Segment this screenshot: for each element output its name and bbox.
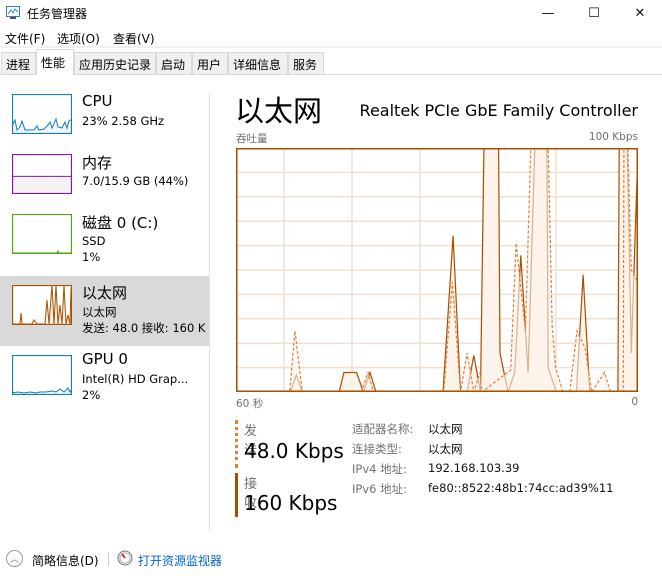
footer-divider [108, 552, 109, 566]
sidebar-item-detail: 以太网 [82, 305, 117, 319]
tab-app-history[interactable]: 应用历史记录 [74, 52, 156, 74]
sidebar-item-ethernet[interactable]: 以太网 以太网 发送: 48.0 接收: 160 K [0, 276, 210, 346]
tab-startup[interactable]: 启动 [156, 52, 192, 74]
tab-bar: 进程 性能 应用历史记录 启动 用户 详细信息 服务 [0, 46, 662, 75]
cpu-thumbnail-graph [12, 94, 72, 134]
sidebar-item-gpu[interactable]: GPU 0 Intel(R) HD Grap... 2% [0, 346, 210, 416]
sidebar-item-title: 以太网 [82, 284, 128, 302]
menu-file[interactable]: 文件(F) [5, 30, 45, 47]
x-left-label: 60 秒 [236, 398, 264, 410]
ipv4-key: IPv4 地址: [352, 462, 407, 476]
adapter-name-heading: Realtek PCIe GbE Family Controller [359, 101, 638, 120]
sidebar-item-title: 内存 [82, 154, 113, 172]
sidebar-item-throughput: 发送: 48.0 接收: 160 K [82, 321, 206, 335]
thumbnail-border [12, 355, 72, 395]
menu-bar: 文件(F) 选项(O) 查看(V) [0, 27, 662, 47]
ipv6-key: IPv6 地址: [352, 482, 407, 496]
receive-value: 160 Kbps [244, 491, 338, 515]
page-title: 以太网 [235, 94, 323, 128]
send-legend-swatch [235, 420, 238, 468]
sidebar-item-detail: 7.0/15.9 GB (44%) [82, 174, 189, 188]
sidebar-item-usage: 1% [82, 250, 101, 264]
open-resource-monitor-link[interactable]: 打开资源监视器 [138, 552, 222, 569]
tab-details[interactable]: 详细信息 [228, 52, 288, 74]
resource-monitor-icon [117, 550, 133, 566]
memory-usage-fill [12, 176, 72, 194]
title-bar: 任务管理器 — ☐ ✕ [0, 0, 662, 26]
sidebar-item-title: 磁盘 0 (C:) [82, 214, 159, 232]
sidebar-item-title: CPU [82, 92, 113, 110]
close-button[interactable]: ✕ [617, 0, 662, 26]
maximize-button[interactable]: ☐ [571, 0, 617, 26]
window-title: 任务管理器 [27, 7, 88, 21]
sidebar-item-title: GPU 0 [82, 350, 128, 368]
thumbnail-line [12, 249, 72, 254]
sidebar-item-disk[interactable]: 磁盘 0 (C:) SSD 1% [0, 210, 210, 280]
maximize-icon: ☐ [588, 5, 600, 21]
adapter-name-key: 适配器名称: [352, 422, 414, 436]
y-max-label: 100 Kbps [588, 131, 638, 143]
sidebar-item-usage: 2% [82, 388, 101, 402]
chevron-up-icon[interactable]: ︿ [6, 550, 23, 567]
brief-info-button[interactable]: 简略信息(D) [32, 552, 99, 569]
receive-legend-swatch [235, 473, 238, 517]
connection-type-key: 连接类型: [352, 442, 402, 456]
gpu-thumbnail-graph [12, 355, 72, 395]
sidebar-item-detail: 23% 2.58 GHz [82, 114, 165, 128]
minimize-button[interactable]: — [525, 0, 571, 26]
resource-sidebar: CPU 23% 2.58 GHz 内存 7.0/15.9 GB (44%) 磁盘… [0, 80, 210, 535]
send-value: 48.0 Kbps [244, 439, 344, 463]
menu-view[interactable]: 查看(V) [113, 30, 155, 47]
tab-services[interactable]: 服务 [288, 52, 324, 74]
y-axis-label: 吞吐量 [236, 133, 268, 145]
disk-thumbnail-graph [12, 214, 72, 254]
tab-users[interactable]: 用户 [192, 52, 228, 74]
ipv6-value: fe80::8522:48b1:74cc:ad39%11 [428, 481, 614, 495]
throughput-chart [236, 148, 638, 392]
ethernet-thumbnail-graph [12, 285, 72, 325]
memory-thumbnail-graph [12, 154, 72, 194]
footer: ︿ 简略信息(D) 打开资源监视器 [0, 545, 662, 575]
tab-processes[interactable]: 进程 [1, 52, 36, 74]
x-right-label: 0 [631, 396, 638, 408]
thumbnail-border [12, 214, 72, 254]
tab-performance[interactable]: 性能 [36, 49, 74, 75]
adapter-name-value: 以太网 [428, 422, 463, 436]
task-manager-icon [6, 6, 20, 19]
menu-options[interactable]: 选项(O) [57, 30, 100, 47]
minimize-icon: — [541, 5, 555, 21]
close-icon: ✕ [634, 5, 646, 21]
sidebar-item-detail: Intel(R) HD Grap... [82, 372, 189, 386]
sidebar-divider[interactable] [209, 94, 210, 530]
connection-type-value: 以太网 [428, 442, 463, 456]
ipv4-value: 192.168.103.39 [428, 461, 520, 475]
sidebar-item-detail: SSD [82, 234, 106, 248]
